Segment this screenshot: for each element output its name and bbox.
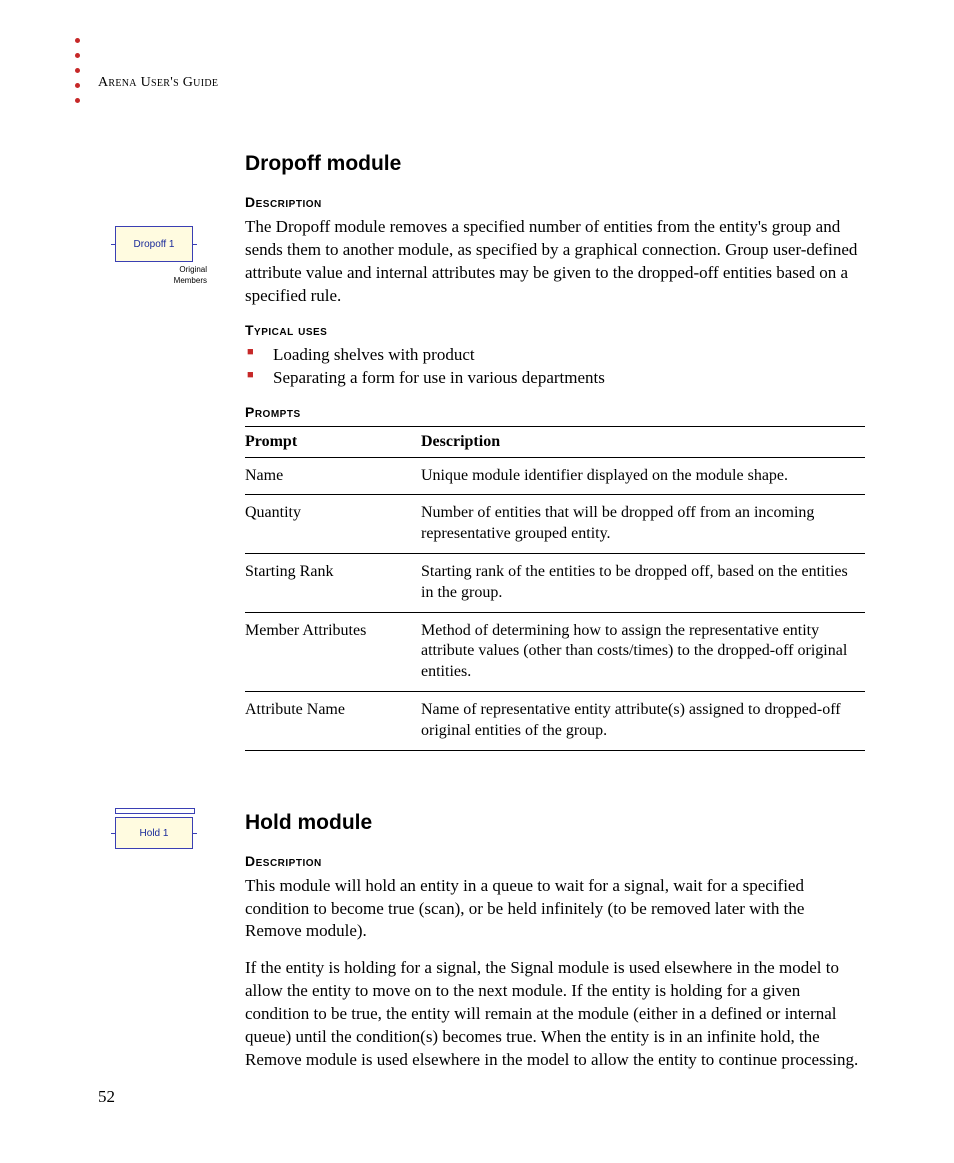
table-row: Starting Rank Starting rank of the entit…: [245, 554, 865, 613]
hold-description-heading: Description: [245, 853, 865, 869]
dropoff-typical-uses-list: Loading shelves with product Separating …: [245, 344, 865, 390]
cell-prompt: Attribute Name: [245, 692, 421, 751]
list-item: Loading shelves with product: [245, 344, 865, 367]
table-header-prompt: Prompt: [245, 426, 421, 457]
table-row: Quantity Number of entities that will be…: [245, 495, 865, 554]
dropoff-prompts-heading: Prompts: [245, 404, 865, 420]
hold-module-shape: Hold 1: [115, 817, 193, 849]
hold-description-p1: This module will hold an entity in a que…: [245, 875, 865, 944]
cell-prompt: Starting Rank: [245, 554, 421, 613]
table-row: Name Unique module identifier displayed …: [245, 457, 865, 495]
cell-desc: Method of determining how to assign the …: [421, 612, 865, 691]
table-row: Attribute Name Name of representative en…: [245, 692, 865, 751]
list-item: Separating a form for use in various dep…: [245, 367, 865, 390]
dropoff-module-shape: Dropoff 1: [115, 226, 193, 262]
dropoff-description-text: The Dropoff module removes a specified n…: [245, 216, 865, 308]
hold-description-p2: If the entity is holding for a signal, t…: [245, 957, 865, 1072]
cell-desc: Unique module identifier displayed on th…: [421, 457, 865, 495]
cell-prompt: Name: [245, 457, 421, 495]
dropoff-typical-uses-heading: Typical uses: [245, 322, 865, 338]
cell-desc: Starting rank of the entities to be drop…: [421, 554, 865, 613]
dropoff-icon-sub2: Members: [115, 275, 207, 286]
running-header: Arena User's Guide: [98, 75, 218, 91]
dropoff-prompts-table: Prompt Description Name Unique module id…: [245, 426, 865, 751]
dropoff-icon-sub1: Original: [115, 264, 207, 275]
dropoff-module-icon: Dropoff 1 Original Members: [115, 226, 200, 286]
dropoff-title: Dropoff module: [245, 152, 865, 176]
dropoff-description-heading: Description: [245, 194, 865, 210]
cell-prompt: Quantity: [245, 495, 421, 554]
dropoff-icon-label: Dropoff 1: [134, 239, 175, 250]
main-content: Dropoff module Description The Dropoff m…: [245, 152, 865, 1086]
cell-desc: Name of representative entity attribute(…: [421, 692, 865, 751]
hold-title: Hold module: [245, 811, 865, 835]
dropoff-icon-sublabels: Original Members: [115, 264, 207, 286]
table-row: Member Attributes Method of determining …: [245, 612, 865, 691]
hold-module-icon: Hold 1: [115, 808, 200, 849]
cell-desc: Number of entities that will be dropped …: [421, 495, 865, 554]
cell-prompt: Member Attributes: [245, 612, 421, 691]
page: Arena User's Guide Dropoff 1 Original Me…: [0, 0, 954, 1163]
header-dots: [75, 38, 80, 103]
page-number: 52: [98, 1087, 115, 1107]
table-header-description: Description: [421, 426, 865, 457]
hold-icon-label: Hold 1: [140, 828, 169, 839]
hold-queue-bar-icon: [115, 808, 195, 814]
